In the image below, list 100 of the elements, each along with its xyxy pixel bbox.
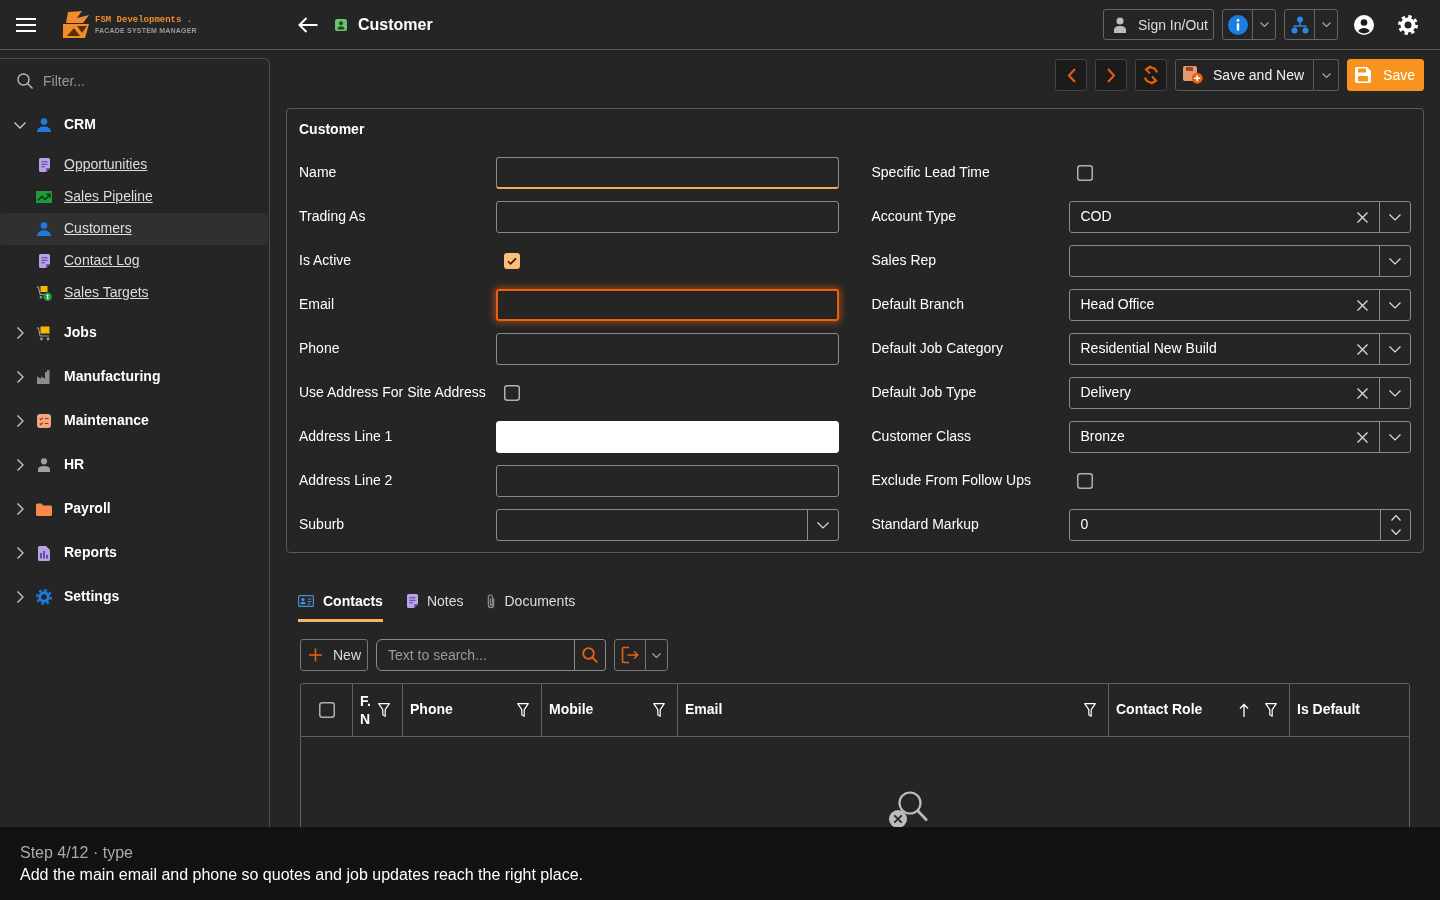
- tab[interactable]: Documents: [487, 591, 576, 622]
- filter-input[interactable]: Filter...: [43, 70, 257, 92]
- dropdown-field[interactable]: [496, 509, 839, 541]
- person-badge-icon: [335, 18, 347, 31]
- tab[interactable]: Notes: [406, 591, 464, 622]
- clear-icon[interactable]: [1357, 431, 1368, 443]
- column-header[interactable]: Phone: [402, 684, 541, 736]
- search-button[interactable]: [574, 639, 606, 671]
- field-label: Default Branch: [871, 296, 965, 314]
- hierarchy-button[interactable]: [1284, 9, 1315, 40]
- dropdown-field[interactable]: COD: [1068, 201, 1411, 233]
- sort-ascending-icon[interactable]: [1239, 703, 1249, 717]
- chevron-down-icon[interactable]: [1389, 213, 1401, 221]
- chevron-down-icon[interactable]: [1389, 345, 1401, 353]
- sidebar-group[interactable]: Settings: [36, 588, 120, 606]
- settings-icon[interactable]: [1398, 14, 1418, 35]
- page-title: Customer: [358, 14, 433, 35]
- sidebar-link[interactable]: Customers: [0, 213, 268, 245]
- chevron-up-icon[interactable]: [1390, 515, 1401, 521]
- sidebar-group[interactable]: Maintenance: [36, 412, 149, 430]
- chevron-right-icon[interactable]: [16, 327, 24, 339]
- factory-icon: [37, 370, 51, 384]
- column-header[interactable]: Is Default: [1289, 684, 1409, 736]
- sidebar-group[interactable]: Manufacturing: [36, 368, 161, 386]
- number-field[interactable]: 0: [1068, 509, 1411, 541]
- chart-document-icon: [38, 545, 50, 561]
- person-icon: [38, 458, 50, 472]
- clear-icon[interactable]: [1357, 299, 1368, 311]
- save-and-new-button[interactable]: Save and New: [1175, 59, 1315, 91]
- clear-icon[interactable]: [1357, 343, 1368, 355]
- filter-icon[interactable]: [1265, 703, 1277, 717]
- checkbox[interactable]: [504, 253, 520, 269]
- dropdown-field[interactable]: [1068, 245, 1411, 277]
- dropdown-toggle[interactable]: [1252, 9, 1276, 40]
- checkbox[interactable]: [1076, 473, 1093, 489]
- clear-icon[interactable]: [1357, 387, 1368, 399]
- chevron-right-icon[interactable]: [16, 415, 24, 427]
- dropdown-field[interactable]: Residential New Build: [1068, 333, 1411, 365]
- menu-icon[interactable]: [16, 17, 36, 32]
- filter-icon[interactable]: [517, 703, 529, 717]
- tab[interactable]: Contacts: [298, 591, 383, 622]
- previous-button[interactable]: [1055, 59, 1087, 91]
- checkbox[interactable]: [504, 385, 520, 401]
- text-input[interactable]: [496, 289, 839, 321]
- sidebar-group[interactable]: Reports: [36, 544, 117, 562]
- chevron-down-icon[interactable]: [1390, 529, 1401, 535]
- sidebar-link[interactable]: Sales Pipeline: [0, 181, 268, 213]
- chevron-down-icon[interactable]: [1389, 257, 1401, 265]
- chevron-down-icon[interactable]: [14, 121, 26, 129]
- checkbox[interactable]: [318, 702, 335, 718]
- sidebar-link[interactable]: Contact Log: [0, 245, 268, 277]
- next-button[interactable]: [1095, 59, 1127, 91]
- field-label: Trading As: [299, 208, 366, 226]
- back-arrow-icon[interactable]: [298, 16, 318, 33]
- info-button[interactable]: [1222, 9, 1253, 40]
- column-header[interactable]: F. N: [352, 684, 402, 736]
- sidebar-group[interactable]: HR: [36, 456, 85, 474]
- chevron-right-icon[interactable]: [16, 371, 24, 383]
- column-header[interactable]: Mobile: [541, 684, 677, 736]
- text-input[interactable]: [496, 201, 839, 233]
- dropdown-field[interactable]: Head Office: [1068, 289, 1411, 321]
- user-circle-icon[interactable]: [1354, 14, 1374, 35]
- refresh-button[interactable]: [1135, 59, 1167, 91]
- sidebar-link[interactable]: Sales Targets: [0, 277, 268, 309]
- chevron-right-icon[interactable]: [16, 503, 24, 515]
- chevron-down-icon[interactable]: [1389, 433, 1401, 441]
- chevron-down-icon[interactable]: [1389, 301, 1401, 309]
- chevron-right-icon[interactable]: [16, 459, 24, 471]
- sidebar-group[interactable]: CRM: [36, 116, 96, 134]
- export-button[interactable]: [614, 639, 646, 671]
- cart-coin-icon: [36, 285, 52, 301]
- sign-in-out-button[interactable]: Sign In/Out: [1102, 9, 1214, 40]
- person-icon: [37, 222, 51, 236]
- column-header[interactable]: Email: [677, 684, 1108, 736]
- sidebar-group[interactable]: Jobs: [36, 324, 97, 342]
- filter-icon[interactable]: [378, 703, 390, 717]
- chevron-right-icon[interactable]: [16, 547, 24, 559]
- hierarchy-icon: [1290, 15, 1309, 34]
- sidebar-link[interactable]: Opportunities: [0, 149, 268, 181]
- clear-icon[interactable]: [1357, 211, 1368, 223]
- dropdown-toggle[interactable]: [1314, 59, 1340, 91]
- dropdown-toggle[interactable]: [645, 639, 668, 671]
- text-input[interactable]: [496, 333, 839, 365]
- filter-icon[interactable]: [1084, 703, 1096, 717]
- chevron-right-icon[interactable]: [16, 591, 24, 603]
- new-button[interactable]: New: [300, 639, 368, 671]
- dropdown-field[interactable]: Bronze: [1068, 421, 1411, 453]
- chevron-down-icon[interactable]: [816, 521, 829, 529]
- text-input[interactable]: [496, 157, 839, 189]
- no-data-icon: [888, 791, 928, 829]
- gear-icon: [36, 589, 52, 605]
- checkbox[interactable]: [1076, 165, 1093, 181]
- dropdown-toggle[interactable]: [1314, 9, 1338, 40]
- column-header[interactable]: Contact Role: [1108, 684, 1289, 736]
- dropdown-field[interactable]: Delivery: [1068, 377, 1411, 409]
- chevron-down-icon[interactable]: [1389, 389, 1401, 397]
- text-input[interactable]: [496, 465, 839, 497]
- sidebar-group[interactable]: Payroll: [36, 500, 111, 518]
- search-input[interactable]: Text to search...: [376, 639, 575, 671]
- filter-icon[interactable]: [653, 703, 665, 717]
